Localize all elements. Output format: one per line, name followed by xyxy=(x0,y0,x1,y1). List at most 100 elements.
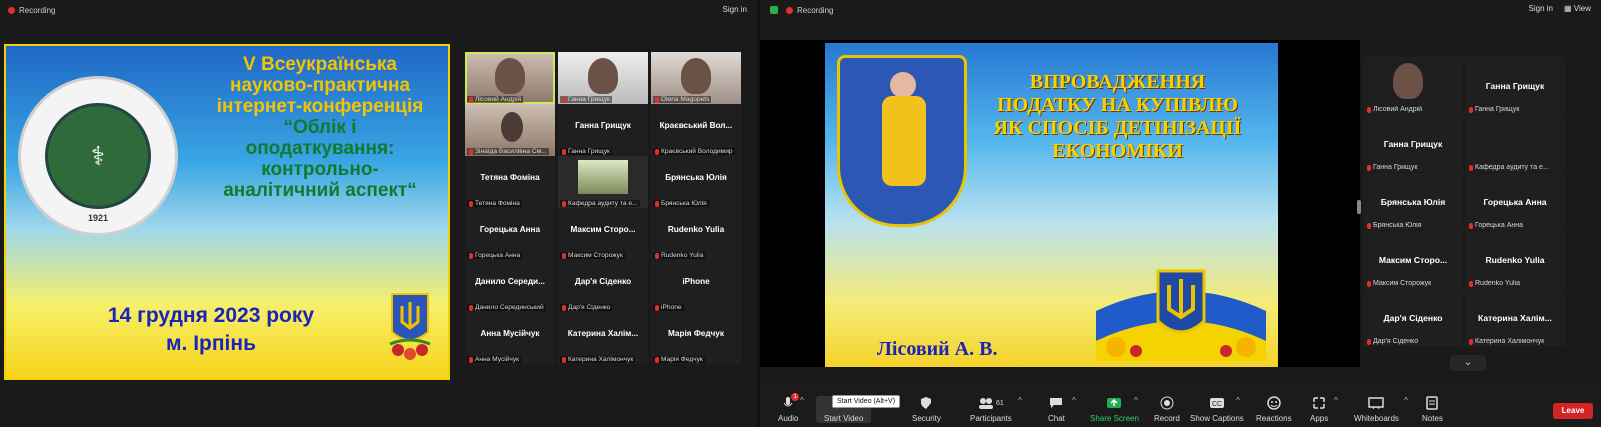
title-line: ЕКОНОМІКИ xyxy=(1052,140,1183,162)
whiteboards-options-caret[interactable]: ^ xyxy=(1404,396,1408,405)
record-label: Record xyxy=(1154,414,1180,423)
conference-title: V Всеукраїнська науково-практична інтерн… xyxy=(191,54,448,201)
recording-indicator[interactable]: Recording xyxy=(0,6,55,15)
participant-tile[interactable]: Анна Мусійчук Анна Мусійчук xyxy=(465,312,555,364)
participant-tile[interactable]: Ганна Грищук Ганна Грищук xyxy=(1363,115,1463,172)
muted-mic-icon xyxy=(1367,164,1371,171)
participant-tile[interactable]: Лісовий Андрій xyxy=(1363,57,1463,114)
participant-tile[interactable]: Данило Середи... Данило Серединський xyxy=(465,260,555,312)
share-screen-button[interactable]: Share Screen xyxy=(1090,396,1139,423)
conference-date: 14 грудня 2023 року м. Ірпінь xyxy=(71,302,351,358)
participant-label: Ганна Грищук xyxy=(560,96,612,103)
sign-in-link[interactable]: Sign in xyxy=(723,5,747,14)
participant-name: Rudenko Yulia xyxy=(667,225,725,234)
participant-label-text: Rudenko Yulia xyxy=(661,252,704,259)
participant-tile[interactable]: Дар'я Сіденко Дар'я Сіденко xyxy=(1363,289,1463,346)
participant-label-text: Зінаїда Василівна См... xyxy=(475,148,547,155)
participant-tile[interactable]: Дар'я Сіденко Дар'я Сіденко xyxy=(558,260,648,312)
participant-name: Анна Мусійчук xyxy=(480,329,540,338)
participant-tile[interactable]: Ганна Грищук Ганна Грищук xyxy=(1465,57,1565,114)
participant-tile[interactable]: Тетяна Фоміна Тетяна Фоміна xyxy=(465,156,555,208)
view-button[interactable]: ▦ View xyxy=(1564,4,1591,13)
participant-tile[interactable]: Максим Сторо... Максим Сторожук xyxy=(1363,231,1463,288)
security-button[interactable]: Security xyxy=(912,396,941,423)
participant-tile[interactable]: Rudenko Yulia Rudenko Yulia xyxy=(651,208,741,260)
participant-label-text: Тетяна Фоміна xyxy=(475,200,520,207)
participant-tile[interactable]: Брянська Юлія Брянська Юлія xyxy=(1363,173,1463,230)
participant-tile[interactable]: Кафедра аудиту та е... xyxy=(558,156,648,208)
reactions-button[interactable]: Reactions xyxy=(1256,396,1292,423)
title-line: ЯК СПОСІБ ДЕТІНІЗАЦІЇ xyxy=(993,117,1242,139)
participant-name: Ганна Грищук xyxy=(1383,139,1443,149)
participant-name: iPhone xyxy=(682,277,710,286)
top-bar: Recording Sign in xyxy=(0,0,757,20)
participant-name: Катерина Халім... xyxy=(567,329,639,338)
participant-tile[interactable]: Лісовий Андрій xyxy=(465,52,555,104)
participant-label-text: Краєвський Володимир xyxy=(661,148,733,155)
chat-options-caret[interactable]: ^ xyxy=(1072,396,1076,405)
participant-label: Ганна Грищук xyxy=(560,148,612,155)
participant-label-text: Анна Мусійчук xyxy=(475,356,520,363)
muted-mic-icon xyxy=(562,96,566,103)
conf-line: інтернет-конференція xyxy=(216,96,424,117)
captions-icon: CC xyxy=(1209,396,1225,410)
apps-options-caret[interactable]: ^ xyxy=(1334,396,1338,405)
participant-label-text: Катерина Халімончук xyxy=(568,356,634,363)
conf-line: науково-практична xyxy=(229,75,411,96)
participant-tile[interactable]: Ганна Грищук xyxy=(558,52,648,104)
participant-tile[interactable]: Горецька Анна Горецька Анна xyxy=(465,208,555,260)
participants-options-caret[interactable]: ^ xyxy=(1018,396,1022,405)
smiley-icon xyxy=(1266,396,1282,410)
audio-button[interactable]: 1 Audio xyxy=(778,393,800,423)
participant-name: Максим Сторо... xyxy=(570,225,636,234)
muted-mic-icon xyxy=(655,148,659,155)
shield-icon[interactable] xyxy=(770,6,778,14)
participant-tile[interactable]: Rudenko Yulia Rudenko Yulia xyxy=(1465,231,1565,288)
participant-label-text: Марія Федчук xyxy=(661,356,703,363)
notes-button[interactable]: Notes xyxy=(1422,396,1443,423)
participant-tile[interactable]: Краєвський Вол... Краєвський Володимир xyxy=(651,104,741,156)
participant-label: Rudenko Yulia xyxy=(1467,280,1522,287)
participants-icon: 61 xyxy=(976,396,1006,410)
participant-label-text: Максим Сторожук xyxy=(1373,280,1432,287)
participant-tile[interactable]: Катерина Халім... Катерина Халімончук xyxy=(1465,289,1565,346)
participants-button[interactable]: 61 Participants xyxy=(970,396,1012,423)
seal-year: 1921 xyxy=(87,213,109,223)
audio-options-caret[interactable]: ^ xyxy=(800,396,804,405)
participant-tile[interactable]: Зінаїда Василівна См... xyxy=(465,104,555,156)
leave-button[interactable]: Leave xyxy=(1553,403,1593,419)
sign-in-link[interactable]: Sign in xyxy=(1529,4,1553,13)
muted-mic-icon xyxy=(655,96,659,103)
participant-name: Тетяна Фоміна xyxy=(480,173,540,182)
participant-tile[interactable]: Ганна Грищук Ганна Грищук xyxy=(558,104,648,156)
participant-tile[interactable]: Марія Федчук Марія Федчук xyxy=(651,312,741,364)
participant-name: Максим Сторо... xyxy=(1378,255,1448,265)
participant-name: Горецька Анна xyxy=(1483,197,1547,207)
muted-mic-icon xyxy=(655,356,659,363)
apps-button[interactable]: Apps xyxy=(1310,396,1328,423)
muted-mic-icon xyxy=(1367,280,1371,287)
whiteboards-button[interactable]: Whiteboards xyxy=(1354,396,1399,423)
chat-button[interactable]: Chat xyxy=(1048,396,1065,423)
participant-tile[interactable]: Горецька Анна Горецька Анна xyxy=(1465,173,1565,230)
record-button[interactable]: Record xyxy=(1154,396,1180,423)
participant-label: Катерина Халімончук xyxy=(560,356,636,363)
participant-tile[interactable]: Брянська Юлія Брянська Юлія xyxy=(651,156,741,208)
participant-tile[interactable]: Кафедра аудиту та е... xyxy=(1465,115,1565,172)
participant-tile[interactable]: iPhone iPhone xyxy=(651,260,741,312)
participant-tile[interactable]: Катерина Халім... Катерина Халімончук xyxy=(558,312,648,364)
participant-tile[interactable]: Olena Magopets xyxy=(651,52,741,104)
recording-indicator[interactable]: Recording xyxy=(778,6,833,15)
participant-tile[interactable]: Максим Сторо... Максим Сторожук xyxy=(558,208,648,260)
participant-label-text: Ганна Грищук xyxy=(1373,164,1418,171)
right-meeting-window: Recording Sign in ▦ View ВПРОВАДЖЕННЯ ПО… xyxy=(760,0,1601,427)
shared-slide: ⚕ 1921 V Всеукраїнська науково-практична… xyxy=(4,44,450,380)
share-options-caret[interactable]: ^ xyxy=(1134,396,1138,405)
recording-label: Recording xyxy=(19,5,56,15)
participant-label: Дар'я Сіденко xyxy=(1365,338,1420,345)
gallery-scroll-down-button[interactable]: ⌄ xyxy=(1450,355,1486,371)
participant-video xyxy=(578,160,628,194)
splitter-handle[interactable] xyxy=(1357,200,1361,214)
participant-label: Olena Magopets xyxy=(653,96,712,103)
captions-options-caret[interactable]: ^ xyxy=(1236,396,1240,405)
